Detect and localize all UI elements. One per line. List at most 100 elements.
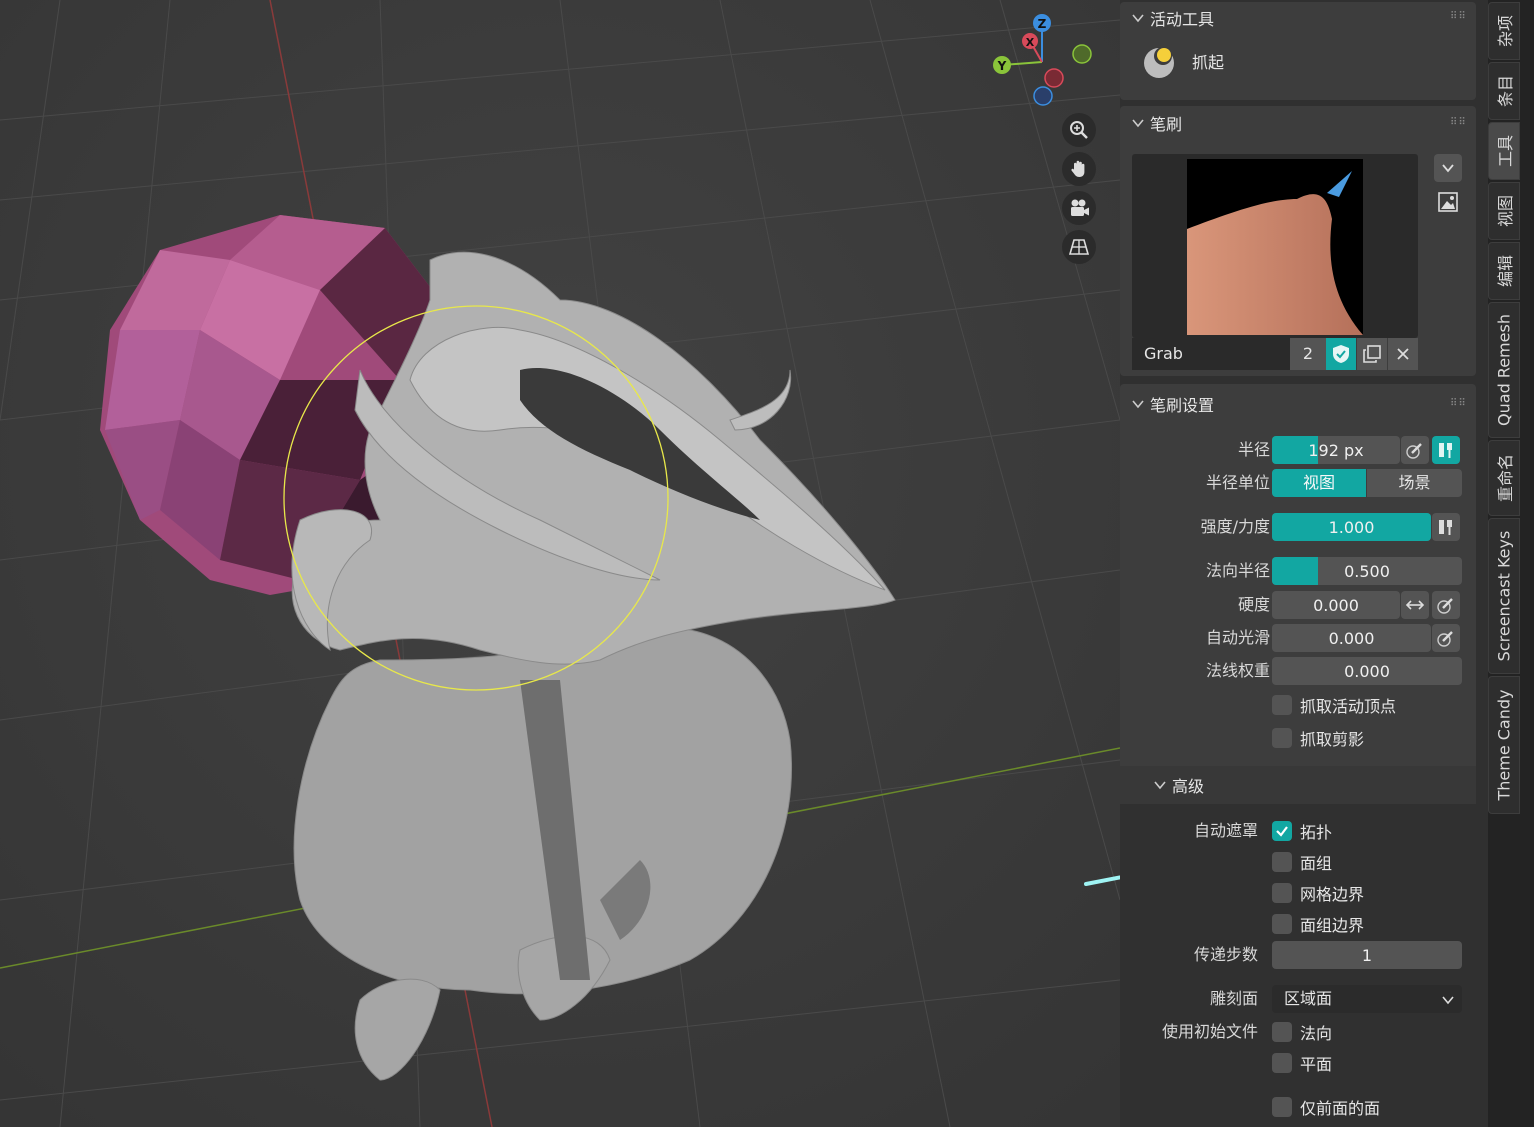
brush-name-field[interactable]: Grab (1132, 338, 1290, 370)
brush-header[interactable]: 笔刷 (1132, 110, 1182, 136)
chevron-down-icon (1442, 996, 1454, 1005)
sculpt-plane-value: 区域面 (1284, 989, 1333, 1008)
brush-users-count[interactable]: 2 (1290, 338, 1326, 370)
pan-button[interactable] (1062, 152, 1096, 186)
brush-settings-title: 笔刷设置 (1150, 396, 1215, 415)
tab-label: 重命名 (1496, 453, 1515, 503)
grab-silhouette-checkbox[interactable]: 抓取剪影 (1272, 726, 1364, 750)
radius-label: 半径 (1237, 440, 1270, 459)
sculpt-plane-select[interactable]: 区域面 (1272, 985, 1462, 1013)
tab-item[interactable]: 条目 (1488, 62, 1520, 120)
zoom-button[interactable] (1062, 113, 1096, 147)
checkbox-box[interactable] (1272, 1097, 1292, 1117)
duplicate-brush-button[interactable] (1357, 338, 1387, 370)
tab-edit[interactable]: 编辑 (1488, 242, 1520, 300)
checkbox-box[interactable] (1272, 883, 1292, 903)
chevron-down-icon (1132, 14, 1144, 23)
tab-label: 杂项 (1496, 14, 1515, 48)
tab-rename[interactable]: 重命名 (1488, 440, 1520, 516)
grab-silhouette-label: 抓取剪影 (1300, 730, 1365, 749)
checkmark-icon (1276, 826, 1288, 837)
duplicate-icon (1363, 345, 1381, 363)
automask-topology-checkbox[interactable]: 拓扑 (1272, 819, 1332, 843)
automask-face-set-boundary-checkbox[interactable]: 面组边界 (1272, 912, 1364, 936)
checkbox-box[interactable] (1272, 1022, 1292, 1042)
drag-grip-icon[interactable]: ⠿⠿ (1450, 399, 1466, 409)
normal-weight-value: 0.000 (1344, 661, 1390, 681)
pen-pressure-icon (1406, 443, 1422, 459)
viewport-scene (0, 0, 1120, 1127)
checkbox-box[interactable] (1272, 695, 1292, 715)
front-faces-only-label: 仅前面的面 (1300, 1099, 1381, 1118)
double-arrow-icon (1405, 600, 1425, 610)
gizmo-z-label: Z (1038, 17, 1047, 31)
gizmo-x-label: X (1026, 36, 1035, 49)
checkbox-box[interactable] (1272, 852, 1292, 872)
front-faces-only-checkbox[interactable]: 仅前面的面 (1272, 1095, 1380, 1119)
automask-mesh-boundary-checkbox[interactable]: 网格边界 (1272, 881, 1364, 905)
radius-pressure-button[interactable] (1401, 436, 1429, 464)
radius-value: 192 px (1308, 440, 1364, 460)
image-icon (1438, 192, 1458, 212)
tab-tool[interactable]: 工具 (1488, 122, 1520, 180)
navigation-gizmo[interactable]: Z X Y (980, 10, 1100, 110)
tab-view[interactable]: 视图 (1488, 182, 1520, 240)
camera-view-button[interactable] (1062, 191, 1096, 225)
propagation-steps-field[interactable]: 1 (1272, 941, 1462, 969)
tab-misc[interactable]: 杂项 (1488, 2, 1520, 60)
normal-radius-field[interactable]: 0.500 (1272, 557, 1462, 585)
active-tool-header[interactable]: 活动工具 (1132, 5, 1214, 31)
grab-active-vertex-label: 抓取活动顶点 (1300, 697, 1397, 716)
hardness-field[interactable]: 0.000 (1272, 591, 1400, 619)
brush-image-button[interactable] (1434, 188, 1462, 216)
chevron-down-icon (1132, 400, 1144, 409)
checkbox-box[interactable] (1272, 728, 1292, 748)
strength-field[interactable]: 1.000 (1272, 513, 1431, 541)
3d-viewport[interactable]: Z X Y (0, 0, 1120, 1127)
perspective-toggle-button[interactable] (1062, 230, 1096, 264)
tab-screencast-keys[interactable]: Screencast Keys (1488, 518, 1520, 674)
normal-weight-label: 法线权重 (1205, 661, 1270, 680)
autosmooth-pressure-button[interactable] (1432, 624, 1460, 652)
tab-label: 工具 (1496, 134, 1515, 168)
chevron-down-icon (1154, 781, 1166, 790)
fake-user-button[interactable] (1326, 338, 1356, 370)
drag-grip-icon[interactable]: ⠿⠿ (1450, 12, 1466, 22)
active-tool-row[interactable]: 抓起 (1142, 44, 1224, 78)
radius-unified-button[interactable] (1432, 436, 1460, 464)
close-icon (1397, 348, 1409, 360)
tab-theme-candy[interactable]: Theme Candy (1488, 676, 1520, 814)
unified-brush-icon (1439, 443, 1452, 458)
normal-weight-field[interactable]: 0.000 (1272, 657, 1462, 685)
automask-face-sets-label: 面组 (1300, 854, 1333, 873)
brush-menu-dropdown[interactable] (1434, 154, 1462, 182)
grab-active-vertex-checkbox[interactable]: 抓取活动顶点 (1272, 693, 1396, 717)
brush-settings-header[interactable]: 笔刷设置 (1132, 391, 1214, 417)
brush-preview-frame[interactable] (1132, 154, 1418, 338)
autosmooth-field[interactable]: 0.000 (1272, 624, 1431, 652)
automask-face-sets-checkbox[interactable]: 面组 (1272, 850, 1332, 874)
strength-label: 强度/力度 (1200, 517, 1270, 536)
propagation-steps-value: 1 (1361, 945, 1373, 965)
radius-field[interactable]: 192 px (1272, 436, 1400, 464)
strength-value: 1.000 (1328, 517, 1375, 537)
tab-quad-remesh[interactable]: Quad Remesh (1488, 302, 1520, 438)
radius-unit-scene-option[interactable]: 场景 (1367, 469, 1462, 497)
unified-brush-icon (1439, 520, 1452, 535)
hardness-invert-button[interactable] (1401, 591, 1429, 619)
automask-mesh-boundary-label: 网格边界 (1300, 885, 1365, 904)
tab-label: Theme Candy (1494, 689, 1514, 801)
tab-label: Quad Remesh (1494, 314, 1514, 426)
radius-unit-view-option[interactable]: 视图 (1272, 469, 1366, 497)
unlink-brush-button[interactable] (1388, 338, 1418, 370)
strength-unified-button[interactable] (1432, 513, 1460, 541)
advanced-header[interactable]: 高级 (1154, 772, 1204, 798)
autosmooth-value: 0.000 (1328, 628, 1375, 648)
hardness-pressure-button[interactable] (1432, 591, 1460, 619)
checkbox-box[interactable] (1272, 1053, 1292, 1073)
checkbox-box[interactable] (1272, 914, 1292, 934)
drag-grip-icon[interactable]: ⠿⠿ (1450, 118, 1466, 128)
use-original-normal-checkbox[interactable]: 法向 (1272, 1020, 1332, 1044)
use-original-plane-checkbox[interactable]: 平面 (1272, 1051, 1332, 1075)
checkbox-box[interactable] (1272, 821, 1292, 841)
